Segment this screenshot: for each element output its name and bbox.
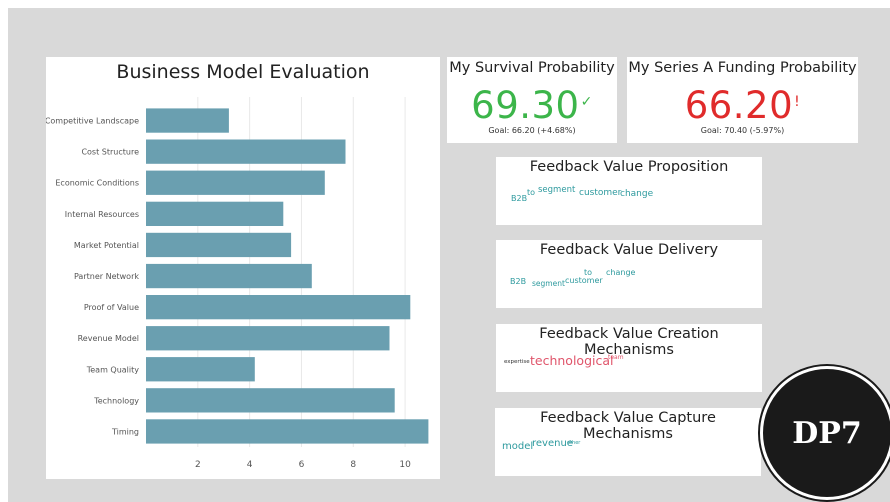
- y-category-label: Technology: [93, 396, 139, 405]
- word-cloud-term: expertise: [504, 359, 530, 365]
- y-category-label: Internal Resources: [65, 210, 139, 219]
- kpi-value: 66.20: [684, 84, 794, 127]
- word-cloud-term: other: [567, 440, 581, 446]
- feedback-card-value-capture[interactable]: Feedback Value Capture Mechanisms model …: [495, 408, 761, 476]
- bar: [146, 326, 390, 351]
- kpi-value: 69.30: [471, 84, 580, 127]
- word-cloud-term: B2B: [511, 194, 528, 203]
- bar: [146, 295, 411, 320]
- bar: [146, 357, 255, 382]
- y-category-label: Cost Structure: [81, 148, 139, 157]
- kpi-value-wrapper: 69.30✓: [447, 84, 617, 127]
- y-category-label: Timing: [111, 427, 139, 436]
- feedback-card-value-creation[interactable]: Feedback Value Creation Mechanisms exper…: [496, 324, 762, 392]
- x-tick-label: 8: [350, 460, 356, 470]
- kpi-goal: Goal: 66.20 (+4.68%): [488, 126, 576, 135]
- y-category-label: Market Potential: [74, 241, 139, 250]
- word-cloud-term: model: [502, 441, 534, 452]
- feedback-title: Feedback Value Proposition: [529, 159, 729, 175]
- report-canvas: Business Model Evaluation 2 4 6 8 10 Competit…: [0, 0, 890, 502]
- bar: [146, 108, 229, 133]
- kpi-card-survival[interactable]: My Survival Probability 69.30✓ Goal: 66.…: [447, 57, 617, 143]
- kpi-card-series-a[interactable]: My Series A Funding Probability 66.20! G…: [627, 57, 858, 143]
- y-category-label: Partner Network: [74, 272, 139, 281]
- alert-icon: !: [794, 94, 801, 110]
- word-cloud-term: change: [620, 189, 654, 199]
- bar: [146, 263, 312, 289]
- y-category-label: Proof of Value: [84, 303, 139, 312]
- kpi-title: My Survival Probability: [449, 60, 615, 76]
- bar: [146, 170, 325, 195]
- check-icon: ✓: [580, 94, 593, 110]
- word-cloud-term: customer: [579, 188, 622, 198]
- feedback-card-value-proposition[interactable]: Feedback Value Proposition B2B to segmen…: [496, 157, 762, 225]
- kpi-title: My Series A Funding Probability: [628, 60, 857, 76]
- x-tick-label: 6: [299, 460, 305, 470]
- word-cloud-term: to: [584, 268, 593, 277]
- bar: [146, 232, 292, 258]
- word-cloud-term: segment: [532, 279, 565, 288]
- bar: [146, 419, 429, 444]
- y-category-label: Revenue Model: [78, 334, 139, 343]
- bar-chart: 2 4 6 8 10 Competitive Landscape Cost Structur…: [46, 97, 429, 470]
- x-tick-label: 2: [195, 460, 201, 470]
- badge-label: DP7: [792, 415, 862, 451]
- y-category-label: Economic Conditions: [55, 179, 139, 188]
- word-cloud-term: team: [608, 354, 624, 361]
- word-cloud-term: B2B: [510, 277, 527, 286]
- word-cloud-term: change: [606, 268, 636, 277]
- kpi-goal: Goal: 70.40 (-5.97%): [700, 126, 785, 135]
- feedback-title: Feedback Value Delivery: [539, 242, 719, 258]
- dp7-badge: DP7: [760, 366, 890, 500]
- feedback-card-value-delivery[interactable]: Feedback Value Delivery B2B segment cust…: [496, 240, 762, 308]
- word-cloud-term: customer: [565, 276, 603, 285]
- word-cloud-term: to: [527, 188, 536, 197]
- x-tick-label: 10: [399, 460, 411, 470]
- x-tick-label: 4: [247, 460, 253, 470]
- bar: [146, 201, 284, 226]
- y-category-label: Team Quality: [86, 365, 140, 374]
- bar: [146, 139, 346, 164]
- word-cloud-term: technological: [530, 353, 614, 368]
- bar: [146, 388, 395, 413]
- kpi-value-wrapper: 66.20!: [627, 84, 858, 127]
- y-category-label: Competitive Landscape: [46, 117, 139, 126]
- business-model-chart-panel[interactable]: Business Model Evaluation 2 4 6 8 10 Competit…: [46, 57, 440, 479]
- word-cloud-term: segment: [538, 185, 576, 195]
